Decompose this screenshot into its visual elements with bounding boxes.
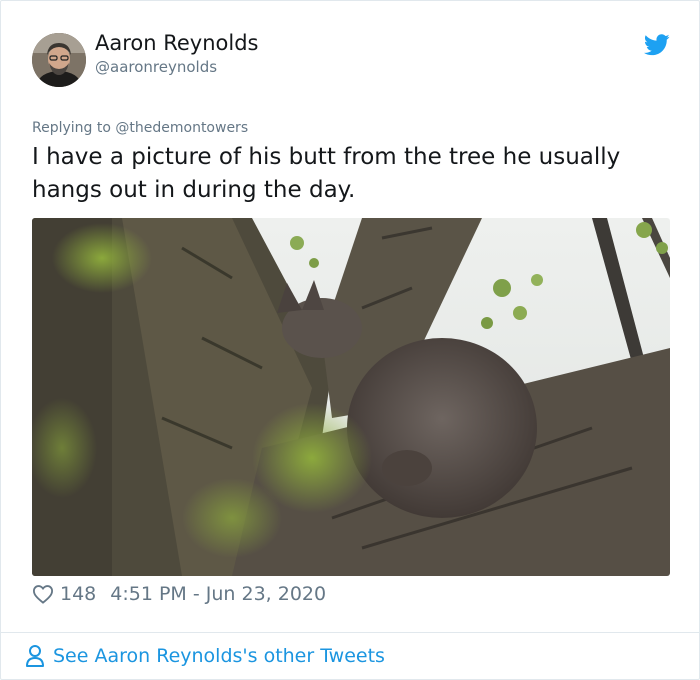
reply-prefix: Replying to <box>32 120 111 136</box>
tweet-timestamp[interactable]: 4:51 PM - Jun 23, 2020 <box>110 583 326 605</box>
twitter-bird-icon[interactable] <box>644 34 670 56</box>
author-name[interactable]: Aaron Reynolds <box>95 31 259 55</box>
like-count[interactable]: 148 <box>60 583 96 605</box>
tweet-card: Aaron Reynolds @aaronreynolds Replying t… <box>0 0 700 680</box>
reply-context: Replying to @thedemontowers <box>32 120 248 136</box>
avatar[interactable] <box>32 33 86 87</box>
tweet-photo[interactable] <box>32 218 670 576</box>
raccoon-in-tree-image <box>32 218 670 576</box>
heart-icon[interactable] <box>32 584 54 604</box>
see-other-tweets-link[interactable]: See Aaron Reynolds's other Tweets <box>25 644 385 668</box>
reply-mention-link[interactable]: @thedemontowers <box>115 120 248 136</box>
avatar-image <box>32 33 86 87</box>
tweet-text: I have a picture of his butt from the tr… <box>32 144 621 203</box>
divider <box>1 632 699 633</box>
person-icon <box>26 645 44 667</box>
tweet-meta: 148 4:51 PM - Jun 23, 2020 <box>32 581 326 607</box>
author-handle[interactable]: @aaronreynolds <box>95 58 217 76</box>
see-other-tweets-label[interactable]: See Aaron Reynolds's other Tweets <box>53 645 385 667</box>
